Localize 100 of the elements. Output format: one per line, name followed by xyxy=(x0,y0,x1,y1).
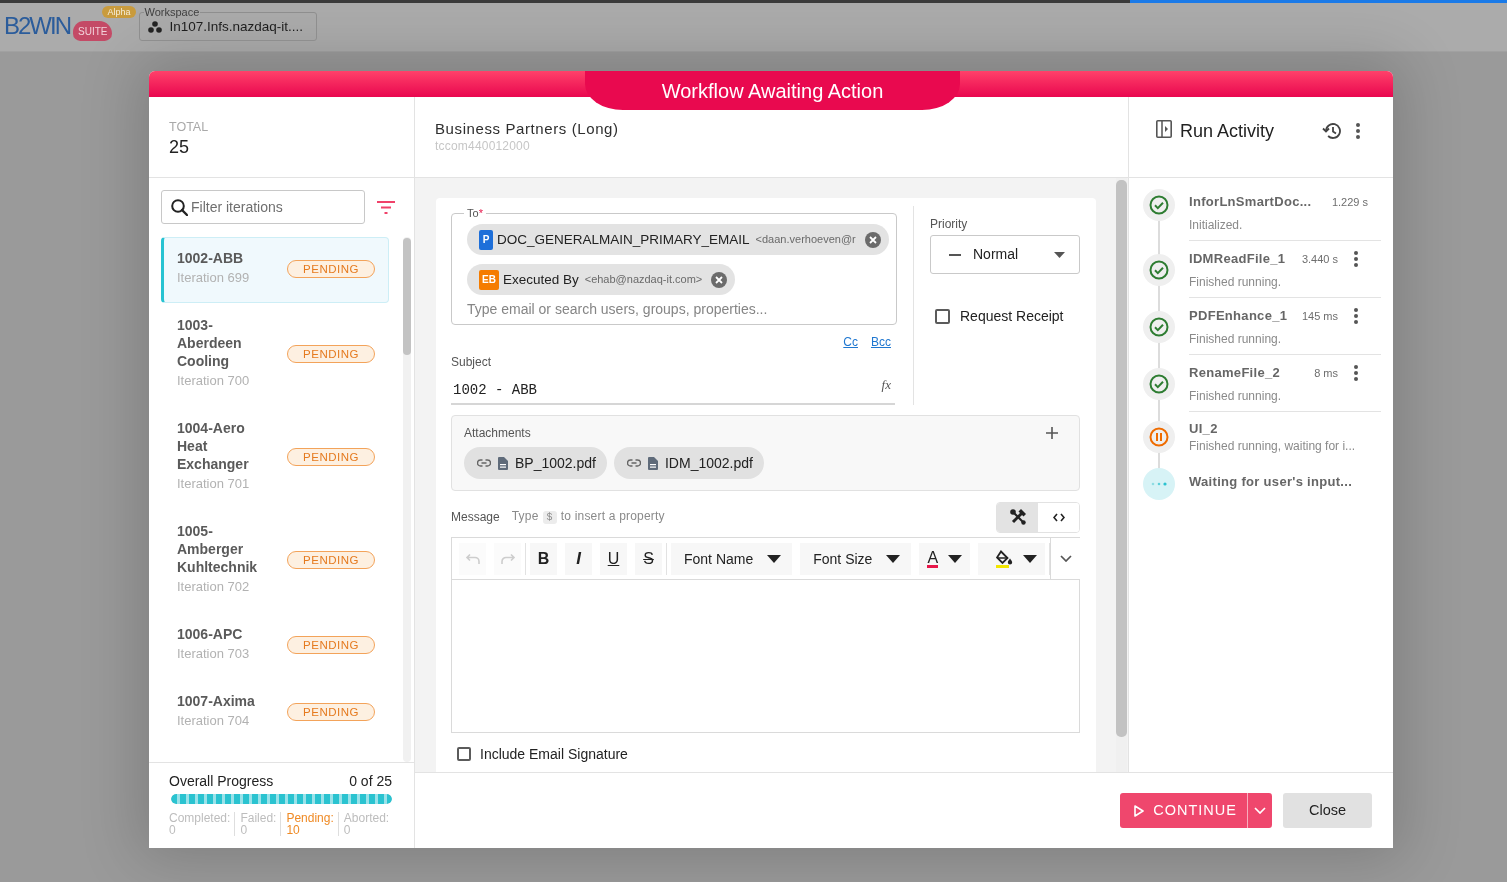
recipient-avatar: P xyxy=(479,229,493,250)
filter-icon[interactable] xyxy=(377,200,395,214)
logo-text: B2WIN xyxy=(4,13,70,39)
stat-value: 0 xyxy=(169,824,176,836)
recipient-name: Executed By xyxy=(502,270,579,289)
attachment-chip[interactable]: BP_1002.pdf xyxy=(464,447,607,479)
check-circle-icon xyxy=(1143,189,1175,221)
workspace-name[interactable]: In107.Infs.nazdaq-it.... xyxy=(169,18,304,36)
step-name: InforLnSmartDoc... xyxy=(1189,193,1312,211)
dash-icon xyxy=(949,253,961,256)
step-name: RenameFile_2 xyxy=(1189,364,1281,382)
dropdown-button[interactable]: Font Size xyxy=(800,542,912,575)
recipient-type-link[interactable]: Cc xyxy=(843,333,858,351)
step-status: Finished running. xyxy=(1189,274,1283,291)
close-button[interactable]: Close xyxy=(1283,793,1372,828)
caret-icon xyxy=(767,554,782,563)
more-icon[interactable] xyxy=(1356,123,1360,139)
status-badge: PENDING xyxy=(287,635,375,654)
step-status: Finished running. xyxy=(1189,331,1283,348)
iteration-number: Iteration 704 xyxy=(177,712,251,730)
iteration-number: Iteration 703 xyxy=(177,645,251,663)
play-icon xyxy=(1134,804,1145,817)
progress-label: Overall Progress xyxy=(169,772,274,791)
message-hint: Type $ to insert a property xyxy=(511,509,665,525)
highlight-button[interactable] xyxy=(978,542,1046,575)
stat-label: Aborted: xyxy=(343,812,390,824)
dots-cluster-icon xyxy=(147,21,162,33)
more-icon[interactable] xyxy=(1354,365,1358,381)
caret-icon xyxy=(1023,554,1038,563)
iteration-item[interactable]: 1003-Aberdeen Cooling Iteration 700 PENDING xyxy=(161,304,389,406)
status-badge: PENDING xyxy=(287,550,375,569)
iteration-item[interactable]: 1002-ABB Iteration 699 PENDING xyxy=(161,237,389,303)
subject-field[interactable]: 1002 - ABB fx xyxy=(451,370,895,405)
pause-circle-icon xyxy=(1143,421,1175,453)
caret-icon xyxy=(886,554,901,563)
step-name: UI_2 xyxy=(1189,420,1218,438)
recipient-email: <ehab@nazdaq-it.com> xyxy=(584,272,703,287)
close-icon[interactable] xyxy=(864,231,881,248)
status-badge: PENDING xyxy=(287,259,375,278)
recipient-type-link[interactable]: Bcc xyxy=(871,333,891,351)
step-duration: 145 ms xyxy=(1301,309,1338,324)
dropdown-button[interactable]: Font Name xyxy=(671,542,793,575)
iteration-name: 1006-APC xyxy=(177,625,244,643)
more-icon[interactable] xyxy=(1354,308,1358,324)
filter-field[interactable]: Filter iterations xyxy=(161,190,365,224)
attachment-chip[interactable]: IDM_1002.pdf xyxy=(613,447,764,479)
recipient-chip[interactable]: P DOC_GENERALMAIN_PRIMARY_EMAIL <daan.verhoeven@r xyxy=(467,224,889,255)
side-panel-icon[interactable] xyxy=(1156,120,1172,138)
task-subtitle: tccom440012000 xyxy=(435,139,531,153)
link-icon xyxy=(477,459,491,467)
font-color-button[interactable]: A xyxy=(919,542,971,575)
panel-title: Run Activity xyxy=(1180,120,1275,142)
mode-toggle-button[interactable] xyxy=(997,502,1038,532)
stat-label: Pending: xyxy=(286,812,334,824)
step-duration: 8 ms xyxy=(1314,366,1338,381)
chevron-down-icon[interactable] xyxy=(1060,555,1073,562)
bold-button[interactable]: B xyxy=(530,542,557,575)
continue-button[interactable]: CONTINUE xyxy=(1120,793,1247,828)
checkbox[interactable] xyxy=(935,308,950,324)
iteration-number: Iteration 702 xyxy=(177,578,251,596)
more-icon[interactable] xyxy=(1354,251,1358,267)
field-label: To* xyxy=(466,206,484,220)
iteration-name: 1004-Aero Heat Exchanger xyxy=(177,419,250,473)
checkbox[interactable] xyxy=(457,747,471,761)
status-badge: PENDING xyxy=(287,344,375,363)
dropdown-toggle-button[interactable] xyxy=(1247,793,1272,828)
formula-button[interactable]: fx xyxy=(881,378,891,392)
iteration-item[interactable]: 1006-APC Iteration 703 PENDING xyxy=(161,613,389,679)
progress-count: 0 of 25 xyxy=(349,772,392,791)
link-icon xyxy=(626,459,641,467)
iteration-item[interactable]: 1007-Axima Iteration 704 PENDING xyxy=(161,680,389,746)
recipient-chip[interactable]: EB Executed By <ehab@nazdaq-it.com> xyxy=(467,264,736,295)
history-icon[interactable] xyxy=(1321,122,1341,140)
undo-icon xyxy=(464,552,481,565)
dialog-title: Workflow Awaiting Action xyxy=(585,71,960,110)
filter-input[interactable]: Filter iterations xyxy=(191,191,364,223)
iteration-number: Iteration 700 xyxy=(177,372,251,390)
file-icon xyxy=(647,456,658,470)
stat-value: 10 xyxy=(286,824,300,836)
caret-icon xyxy=(948,554,963,563)
code-icon xyxy=(1052,512,1065,522)
priority-select[interactable]: Normal xyxy=(930,235,1080,274)
logo-tag: SUITE xyxy=(73,21,113,41)
check-circle-icon xyxy=(1143,254,1175,286)
step-status: Finished running, waiting for i... xyxy=(1189,438,1357,454)
strikethrough-button[interactable]: S xyxy=(635,542,662,575)
italic-button[interactable]: I xyxy=(565,542,592,575)
step-duration: 3.440 s xyxy=(1301,252,1338,267)
recipient-input[interactable]: Type email or search users, groups, properties... xyxy=(467,299,888,319)
close-icon[interactable] xyxy=(711,271,728,288)
recipient-avatar: EB xyxy=(479,269,499,290)
stat-label: Completed: xyxy=(169,812,231,824)
check-circle-icon xyxy=(1143,311,1175,343)
plus-icon[interactable] xyxy=(1046,427,1058,439)
checkbox-label: Include Email Signature xyxy=(480,745,628,763)
scrollbar[interactable] xyxy=(403,237,411,762)
iteration-item[interactable]: 1005-Amberger Kuhltechnik Iteration 702 PENDING xyxy=(161,510,389,612)
total-label: TOTAL xyxy=(169,119,210,136)
underline-button[interactable]: U xyxy=(600,542,627,575)
iteration-item[interactable]: 1004-Aero Heat Exchanger Iteration 701 PENDING xyxy=(161,407,389,509)
